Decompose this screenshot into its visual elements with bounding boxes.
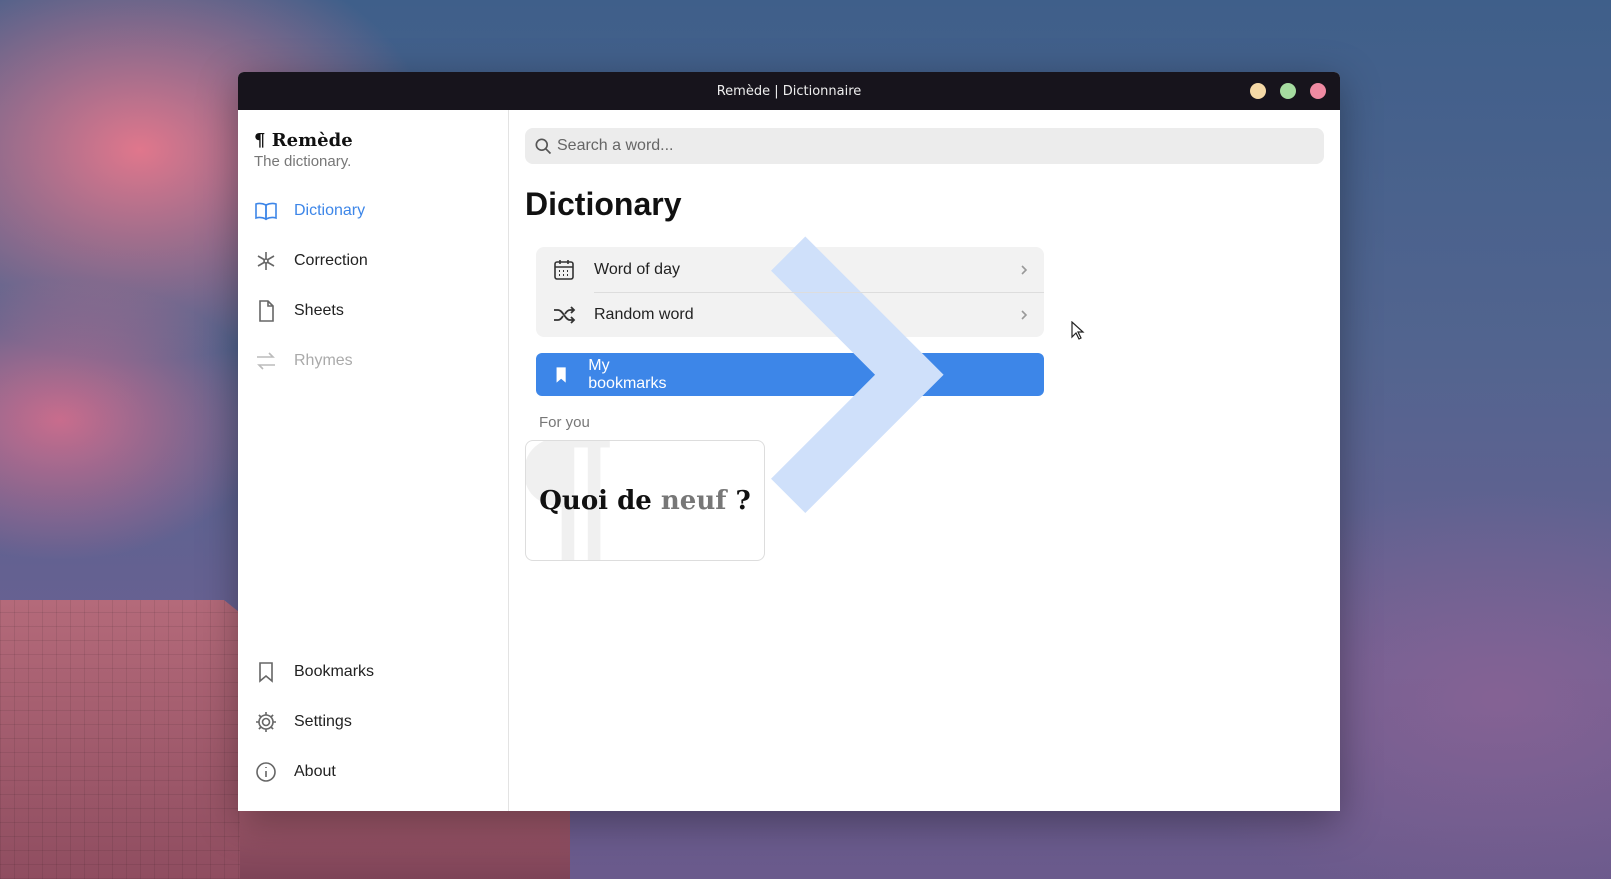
sidebar-item-correction[interactable]: Correction [254, 236, 508, 286]
sidebar-item-rhymes[interactable]: Rhymes [254, 336, 508, 386]
sidebar-nav: Dictionary Correction Sheets Rhymes [254, 186, 508, 386]
wallpaper-building-lower [240, 800, 570, 879]
sidebar-item-label: Bookmarks [294, 663, 375, 680]
book-icon [255, 202, 277, 221]
row-label: Word of day [594, 260, 680, 278]
chevron-right-icon [1021, 264, 1028, 275]
row-label: Random word [594, 305, 694, 323]
window-controls [1250, 83, 1326, 99]
search-bar[interactable] [525, 128, 1324, 164]
card-headline: Quoi de neuf ? [539, 486, 750, 516]
sidebar-item-label: About [294, 763, 336, 780]
sidebar-item-sheets[interactable]: Sheets [254, 286, 508, 336]
chevron-right-icon [1021, 309, 1028, 320]
random-word-row[interactable]: Random word [536, 292, 1044, 337]
card-headline-start: Quoi de [539, 485, 661, 516]
minimize-button[interactable] [1250, 83, 1266, 99]
sidebar-item-label: Dictionary [294, 202, 366, 219]
card-headline-highlight: neuf [660, 485, 727, 516]
window-title: Remède | Dictionnaire [716, 83, 862, 99]
search-icon [535, 138, 552, 155]
info-icon [256, 762, 276, 782]
sidebar-item-settings[interactable]: Settings [254, 697, 374, 747]
card-headline-end: ? [726, 485, 751, 516]
my-bookmarks-label: My bookmarks [588, 356, 667, 392]
main-panel: Dictionary Word of day Random word My bo… [509, 110, 1340, 811]
file-icon [259, 300, 274, 322]
sidebar-item-label: Settings [294, 713, 352, 730]
bookmark-filled-icon [556, 366, 566, 383]
sidebar-item-bookmarks[interactable]: Bookmarks [254, 647, 374, 697]
arrows-swap-icon [257, 352, 275, 370]
bookmark-icon [259, 662, 273, 683]
sidebar-item-dictionary[interactable]: Dictionary [254, 186, 508, 236]
gear-icon [256, 712, 276, 732]
search-input[interactable] [557, 137, 1316, 155]
my-bookmarks-button[interactable]: My bookmarks [536, 236, 1044, 513]
sidebar-item-label: Sheets [294, 302, 344, 319]
sidebar: ¶ Remède The dictionary. Dictionary Corr… [238, 110, 509, 811]
whats-new-card[interactable]: ¶ Quoi de neuf ? [525, 440, 765, 561]
app-tagline: The dictionary. [254, 153, 352, 170]
close-button[interactable] [1310, 83, 1326, 99]
app-window: Remède | Dictionnaire ¶ Remède The dicti… [238, 72, 1340, 811]
asterisk-icon [257, 252, 275, 270]
app-brand: ¶ Remède [254, 130, 353, 151]
calendar-icon [554, 259, 574, 280]
shuffle-icon [554, 305, 576, 324]
quick-actions-list: Word of day Random word [536, 247, 1044, 337]
maximize-button[interactable] [1280, 83, 1296, 99]
word-of-day-row[interactable]: Word of day [536, 247, 1044, 292]
sidebar-item-label: Rhymes [294, 352, 353, 369]
titlebar[interactable]: Remède | Dictionnaire [238, 72, 1340, 110]
sidebar-bottom-nav: Bookmarks Settings About [254, 647, 374, 797]
sidebar-item-label: Correction [294, 252, 368, 269]
mouse-cursor-icon [1071, 321, 1085, 340]
sidebar-item-about[interactable]: About [254, 747, 374, 797]
